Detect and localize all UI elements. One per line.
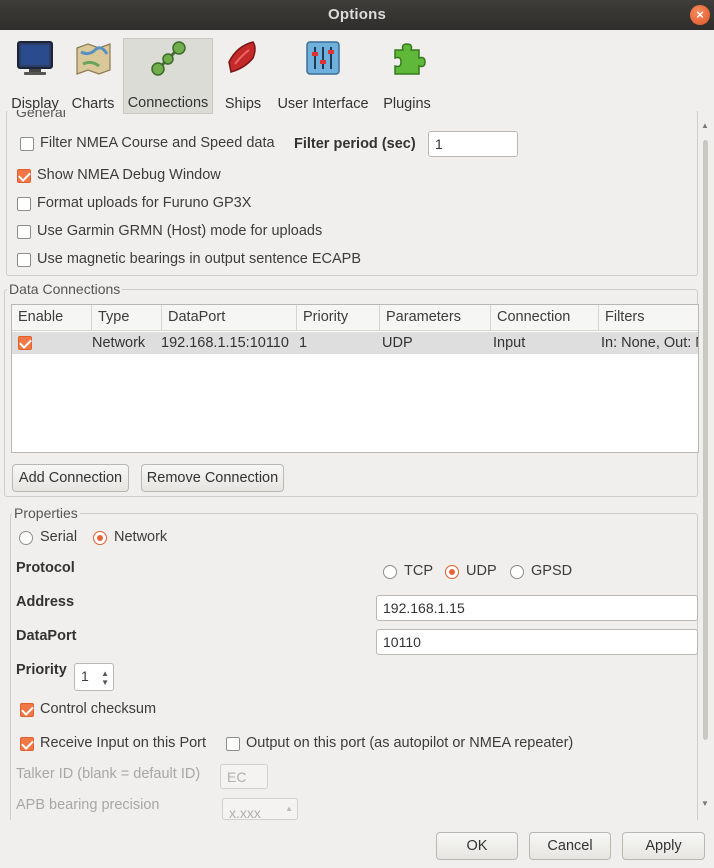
talker-id-input[interactable]: EC [220,764,268,789]
control-checksum-checkbox[interactable] [20,703,34,717]
properties-legend: Properties [12,505,80,521]
table-row[interactable]: Network 192.168.1.15:10110 1 UDP Input I… [12,332,698,354]
row-type: Network [92,335,146,351]
garmin-checkbox[interactable] [17,225,31,239]
udp-radio[interactable] [445,565,459,579]
column-type[interactable]: Type [92,305,162,331]
furuno-label: Format uploads for Furuno GP3X [37,195,252,211]
window-title: Options [327,6,387,23]
sliders-icon [303,38,343,78]
control-checksum-label: Control checksum [40,701,157,717]
network-radio[interactable] [93,531,107,545]
tab-plugins[interactable]: Plugins [380,38,434,114]
filter-nmea-label: Filter NMEA Course and Speed data [40,135,275,151]
filter-nmea-checkbox[interactable] [20,137,34,151]
receive-input-label: Receive Input on this Port [40,735,207,751]
table-header: Enable Type DataPort Priority Parameters… [12,305,698,331]
apb-precision-value: x.xxx [229,805,261,820]
garmin-label: Use Garmin GRMN (Host) mode for uploads [37,223,323,239]
tcp-radio[interactable] [383,565,397,579]
scroll-down-icon[interactable]: ▼ [701,800,709,808]
close-button[interactable]: × [690,5,710,25]
add-connection-button[interactable]: Add Connection [12,464,129,492]
tab-ships[interactable]: Ships [218,38,268,114]
furuno-checkbox[interactable] [17,197,31,211]
apb-precision-select[interactable]: x.xxx ▲ [222,798,298,820]
show-debug-label: Show NMEA Debug Window [37,167,221,183]
dataport-input[interactable]: 10110 [376,629,698,655]
scroll-up-icon[interactable]: ▲ [701,122,709,130]
udp-label: UDP [466,563,497,579]
connections-icon [148,39,188,79]
tcp-label: TCP [404,563,433,579]
address-label: Address [16,594,75,610]
tab-user-interface[interactable]: User Interface [272,38,374,114]
apply-button[interactable]: Apply [622,832,705,860]
address-input[interactable]: 192.168.1.15 [376,595,698,621]
tab-display[interactable]: Display [4,38,66,114]
network-label: Network [114,529,168,545]
connections-table: Enable Type DataPort Priority Parameters… [11,304,699,453]
ship-icon [223,38,263,78]
spin-down-icon[interactable]: ▼ [101,678,109,687]
gpsd-radio[interactable] [510,565,524,579]
remove-connection-button[interactable]: Remove Connection [141,464,284,492]
apb-up-icon: ▲ [285,804,293,813]
filter-period-input[interactable]: 1 [428,131,518,157]
gpsd-label: GPSD [531,563,573,579]
data-connections-legend: Data Connections [7,281,123,297]
row-connection: Input [493,335,526,351]
priority-value: 1 [81,668,89,684]
options-toolbar: Display Charts Connections Ships User In… [0,30,714,114]
serial-label: Serial [40,529,78,545]
tab-charts[interactable]: Charts [66,38,120,114]
column-connection[interactable]: Connection [491,305,599,331]
priority-spinner[interactable]: 1 ▲ ▼ [74,663,114,691]
row-enable-checkbox[interactable] [18,336,32,350]
show-debug-checkbox[interactable] [17,169,31,183]
column-dataport[interactable]: DataPort [162,305,297,331]
dataport-label: DataPort [16,628,77,644]
row-priority: 1 [299,335,308,351]
close-icon: × [696,7,704,22]
spin-up-icon[interactable]: ▲ [101,669,109,678]
row-parameters: UDP [382,335,413,351]
row-dataport: 192.168.1.15:10110 [161,335,289,351]
title-bar: Options × [0,0,714,30]
magnetic-label: Use magnetic bearings in output sentence… [37,251,362,267]
tab-connections[interactable]: Connections [123,38,213,114]
vertical-scrollbar[interactable]: ▲ ▼ [700,120,710,810]
puzzle-icon [387,38,427,78]
filter-period-label: Filter period (sec) [294,136,416,152]
column-priority[interactable]: Priority [297,305,380,331]
general-legend: General [14,110,68,120]
column-filters[interactable]: Filters [599,305,698,331]
priority-label: Priority [16,662,67,678]
magnetic-checkbox[interactable] [17,253,31,267]
protocol-label: Protocol [16,560,75,576]
serial-radio[interactable] [19,531,33,545]
apb-precision-label: APB bearing precision [16,797,160,813]
talker-id-label: Talker ID (blank = default ID) [16,766,201,782]
tab-connections-label: Connections [127,95,209,111]
scrollbar-thumb[interactable] [703,140,708,740]
ok-button[interactable]: OK [436,832,518,860]
output-port-checkbox[interactable] [226,737,240,751]
monitor-icon [15,38,55,78]
column-enable[interactable]: Enable [12,305,92,331]
output-port-label: Output on this port (as autopilot or NME… [246,735,574,751]
row-filters: In: None, Out: N [601,335,699,351]
cancel-button[interactable]: Cancel [529,832,611,860]
charts-icon [73,38,113,78]
receive-input-checkbox[interactable] [20,737,34,751]
column-parameters[interactable]: Parameters [380,305,491,331]
